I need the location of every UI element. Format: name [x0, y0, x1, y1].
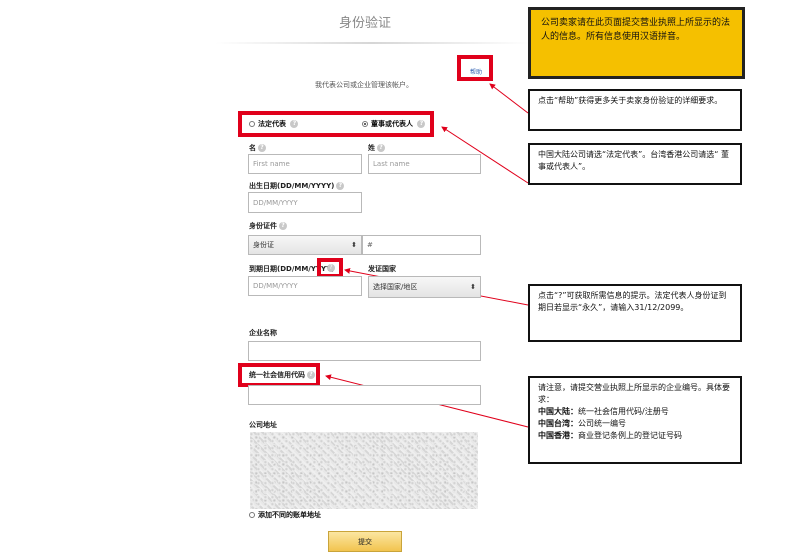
- last-name-label: 姓: [368, 144, 375, 152]
- id-number-hash: #: [367, 241, 373, 249]
- page-subtitle: 我代表公司或企业管理该帐户。: [315, 81, 413, 89]
- billing-address-radio[interactable]: [249, 512, 255, 518]
- help-question-icon[interactable]: ?: [290, 120, 299, 128]
- select-arrows-icon: ⬍: [470, 283, 476, 291]
- help-question-icon[interactable]: ?: [417, 120, 426, 128]
- company-name-label: 企业名称: [249, 329, 277, 337]
- country-select[interactable]: 选择国家/地区 ⬍: [368, 276, 481, 298]
- radio-legal-representative[interactable]: 法定代表 ?: [249, 119, 299, 129]
- last-name-input[interactable]: Last name: [368, 154, 481, 174]
- country-label: 发证国家: [368, 265, 396, 273]
- dob-label: 出生日期(DD/MM/YYYY): [249, 182, 335, 190]
- radio-director-representative[interactable]: 董事或代表人 ?: [362, 119, 426, 129]
- add-billing-address-label: 添加不同的账单地址: [258, 511, 321, 519]
- radio-legal-label: 法定代表: [258, 120, 286, 128]
- help-link[interactable]: 帮助: [470, 67, 482, 76]
- radio-director-label: 董事或代表人: [371, 120, 413, 128]
- callout-credit-code: 请注意，请提交营业执照上所显示的企业编号。具体要求： 中国大陆：统一社会信用代码…: [528, 376, 742, 464]
- submit-button[interactable]: 提交: [328, 531, 402, 552]
- id-label: 身份证件: [249, 222, 277, 230]
- radio-legal-circle[interactable]: [249, 121, 255, 127]
- expiry-help-question-icon[interactable]: ?: [327, 264, 335, 272]
- credit-code-label-row: 统一社会信用代码?: [249, 370, 315, 380]
- credit-code-taiwan: 中国台湾：公司统一编号: [538, 419, 626, 428]
- address-label: 公司地址: [249, 421, 277, 429]
- id-number-input[interactable]: #: [362, 235, 481, 255]
- first-name-label: 名: [249, 144, 256, 152]
- credit-code-intro: 请注意，请提交营业执照上所显示的企业编号。具体要求：: [538, 383, 730, 404]
- credit-code-hongkong: 中国香港：商业登记条例上的登记证号码: [538, 431, 682, 440]
- expiry-input[interactable]: DD/MM/YYYY: [248, 276, 362, 296]
- title-divider: [215, 42, 530, 44]
- arrow-help: [489, 83, 529, 114]
- help-question-icon[interactable]: ?: [307, 371, 315, 379]
- id-type-value: 身份证: [253, 241, 274, 249]
- first-name-input[interactable]: First name: [248, 154, 362, 174]
- callout-representative: 中国大陆公司请选“法定代表”。台湾香港公司请选“ 董事或代表人”。: [528, 143, 742, 185]
- callout-help: 点击“帮助”获得更多关于卖家身份验证的详细要求。: [528, 89, 742, 131]
- radio-director-circle[interactable]: [362, 121, 368, 127]
- help-question-icon[interactable]: ?: [258, 144, 266, 152]
- add-billing-address-option[interactable]: 添加不同的账单地址: [249, 510, 321, 520]
- help-question-icon[interactable]: ?: [377, 144, 385, 152]
- callout-legal-person-info: 公司卖家请在此页面提交营业执照上所显示的法人的信息。所有信息使用汉语拼音。: [528, 7, 745, 79]
- id-label-row: 身份证件?: [249, 221, 287, 231]
- dob-label-row: 出生日期(DD/MM/YYYY)?: [249, 181, 345, 191]
- id-type-select[interactable]: 身份证 ⬍: [248, 235, 362, 255]
- last-name-label-row: 姓?: [368, 143, 385, 153]
- credit-code-input[interactable]: [248, 385, 481, 405]
- country-value: 选择国家/地区: [373, 283, 418, 291]
- select-arrows-icon: ⬍: [351, 241, 357, 249]
- address-fields-blurred: [250, 432, 478, 509]
- help-question-icon[interactable]: ?: [279, 222, 287, 230]
- callout-expiry: 点击“?”可获取所需信息的提示。法定代表人身份证到期日若显示“永久”，请输入31…: [528, 284, 742, 342]
- credit-code-label: 统一社会信用代码: [249, 371, 305, 379]
- company-name-input[interactable]: [248, 341, 481, 361]
- credit-code-mainland: 中国大陆：统一社会信用代码/注册号: [538, 407, 669, 416]
- first-name-label-row: 名?: [249, 143, 266, 153]
- dob-input[interactable]: DD/MM/YYYY: [248, 192, 362, 213]
- help-question-icon[interactable]: ?: [336, 182, 345, 190]
- page-title: 身份验证: [338, 16, 391, 31]
